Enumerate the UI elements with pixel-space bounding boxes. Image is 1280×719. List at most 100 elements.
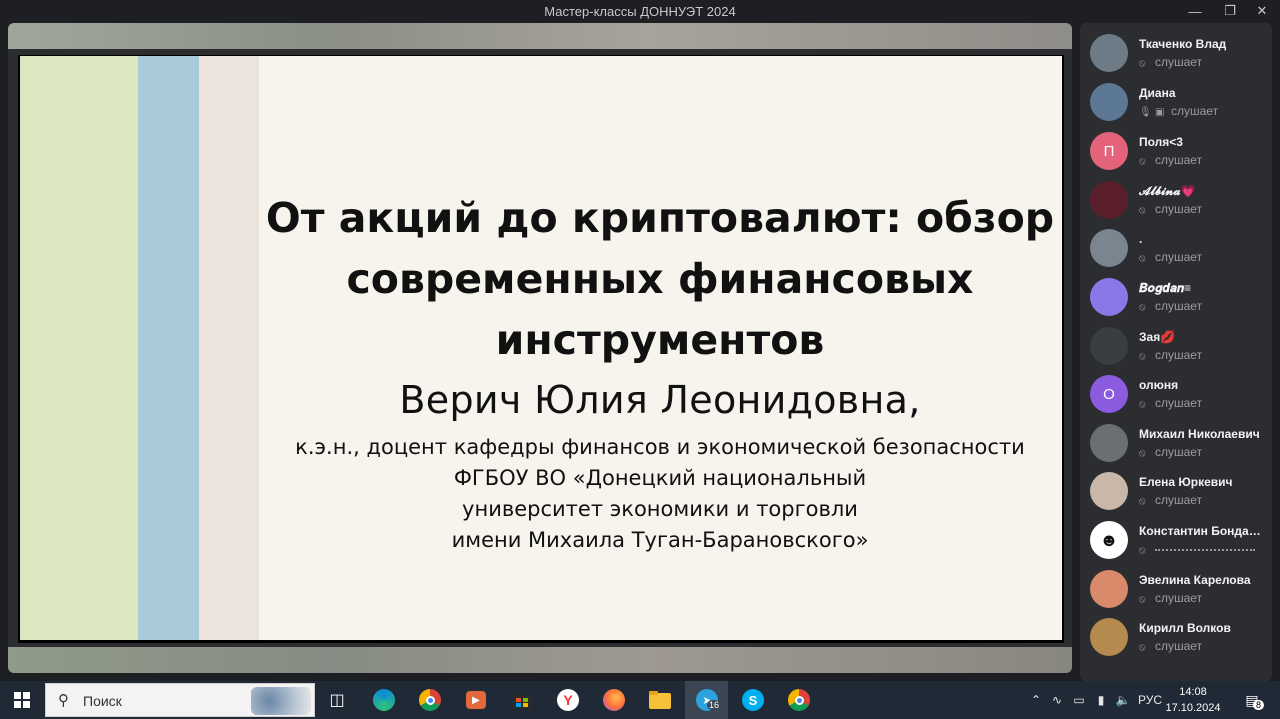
participant-status-row: ⦸ слушает <box>1139 591 1202 605</box>
participant-name: Елена Юркевич <box>1139 475 1233 489</box>
participant-item[interactable]: Кирилл Волков ⦸ слушает <box>1090 616 1270 661</box>
firefox-icon[interactable] <box>600 686 628 714</box>
telegram-badge: 16 <box>707 700 722 710</box>
chrome-icon[interactable] <box>416 686 444 714</box>
muted-mic-icon: ⦸ <box>1139 302 1146 313</box>
muted-mic-icon: ⦸ <box>1139 156 1146 167</box>
network-icon[interactable]: ∿ <box>1046 693 1068 707</box>
avatar <box>1090 327 1128 365</box>
participant-status: слушает <box>1155 445 1203 459</box>
muted-mic-icon: ⦸ <box>1139 594 1146 605</box>
yandex-browser-icon[interactable]: Y <box>554 686 582 714</box>
muted-mic-icon: ⦸ <box>1139 205 1146 216</box>
participant-status: слушает <box>1155 396 1203 410</box>
windows-taskbar: ⚲ Поиск ◫ ▶ Y ➤ 16 S ⌃ ∿ ▭ ▮ 🔈 РУС 14:08 … <box>0 681 1280 719</box>
participant-status-row: ⦸ слушает <box>1139 445 1202 459</box>
participant-status-row: 🎙 ▣ слушает <box>1139 104 1218 118</box>
participant-item[interactable]: 𝑩𝒐𝒈𝒅𝒂𝒏≡ ⦸ слушает <box>1090 276 1270 321</box>
participant-item[interactable]: Михаил Николаевич ⦸ слушает <box>1090 422 1270 467</box>
participant-status-row: ⦸ слушает <box>1139 348 1202 362</box>
participant-status: слушает <box>1155 299 1203 313</box>
participant-status: слушает <box>1155 250 1203 264</box>
muted-mic-icon: ⦸ <box>1139 545 1146 556</box>
clock-time: 14:08 <box>1179 686 1207 698</box>
participant-item[interactable]: Зая💋 ⦸ слушает <box>1090 325 1270 370</box>
slide-title: От акций до криптовалют: обзор современн… <box>265 194 1055 364</box>
slide-stripe-beige <box>199 56 259 640</box>
avatar <box>1090 424 1128 462</box>
slide-stripe-green <box>20 56 138 640</box>
mic-icon: 🎙 <box>1139 107 1152 118</box>
avatar <box>1090 570 1128 608</box>
skype-icon[interactable]: S <box>739 686 767 714</box>
minimize-button[interactable]: — <box>1177 0 1213 22</box>
avatar <box>1090 278 1128 316</box>
taskbar-search-box[interactable]: ⚲ Поиск <box>45 683 315 717</box>
close-icon: ✕ <box>1256 3 1268 18</box>
participant-status-row: ⦸ слушает <box>1139 299 1202 313</box>
stage-bottom-blur <box>8 647 1072 673</box>
participant-item[interactable]: Эвелина Карелова ⦸ слушает <box>1090 568 1270 613</box>
participant-item[interactable]: ☻ Константин Бондаренко ⦸ <box>1090 519 1270 564</box>
participants-list[interactable]: Ткаченко Влад ⦸ слушает Диана 🎙 ▣ слушает П… <box>1080 23 1272 681</box>
volume-icon[interactable]: 🔈 <box>1112 693 1134 707</box>
participant-status: слушает <box>1155 493 1203 507</box>
participant-status-row: ⦸ слушает <box>1139 202 1202 216</box>
windows-logo-icon <box>14 692 30 708</box>
participant-name: Константин Бондаренко <box>1139 524 1261 538</box>
participant-item[interactable]: 𝓐𝓵𝓫𝓲𝓷𝓪💗 ⦸ слушает <box>1090 179 1270 224</box>
chrome-alt-icon[interactable] <box>785 686 813 714</box>
edge-icon[interactable] <box>370 686 398 714</box>
language-indicator[interactable]: РУС <box>1134 693 1166 707</box>
clock-date: 17.10.2024 <box>1165 702 1221 714</box>
stage-top-blur <box>8 23 1072 49</box>
restore-icon: ❐ <box>1224 3 1236 18</box>
telegram-icon[interactable]: ➤ 16 <box>693 686 722 714</box>
participant-status: слушает <box>1155 55 1203 69</box>
maximize-button[interactable]: ❐ <box>1212 0 1248 22</box>
participant-item[interactable]: . ⦸ слушает <box>1090 227 1270 272</box>
notifications-icon[interactable]: ▤ 8 <box>1238 686 1266 714</box>
participant-item[interactable]: Елена Юркевич ⦸ слушает <box>1090 470 1270 515</box>
muted-mic-icon: ⦸ <box>1139 496 1146 507</box>
task-view-icon[interactable]: ◫ <box>323 686 351 714</box>
affiliation-line: ФГБОУ ВО «Донецкий национальный <box>453 466 867 490</box>
muted-mic-icon: ⦸ <box>1139 448 1146 459</box>
search-highlight-image <box>251 687 311 715</box>
avatar: ☻ <box>1090 521 1128 559</box>
close-button[interactable]: ✕ <box>1244 0 1280 22</box>
notifications-badge: 8 <box>1253 700 1265 710</box>
clock[interactable]: 14:08 17.10.2024 <box>1163 684 1223 716</box>
participant-name: Кирилл Волков <box>1139 621 1231 635</box>
battery-icon[interactable]: ▮ <box>1090 693 1112 707</box>
participant-status: слушает <box>1171 104 1219 118</box>
search-label: Поиск <box>83 693 122 709</box>
screen-icon: ▣ <box>1155 107 1165 118</box>
media-player-icon[interactable]: ▶ <box>462 686 490 714</box>
presentation-slide: От акций до криптовалют: обзор современн… <box>20 56 1062 640</box>
start-button[interactable] <box>0 681 44 719</box>
tray-overflow-icon[interactable]: ⌃ <box>1026 693 1046 707</box>
participant-name: . <box>1139 232 1143 246</box>
device-icon[interactable]: ▭ <box>1068 693 1090 707</box>
avatar <box>1090 618 1128 656</box>
participant-status-row: ⦸ слушает <box>1139 153 1202 167</box>
participant-item[interactable]: Диана 🎙 ▣ слушает <box>1090 81 1270 126</box>
muted-mic-icon: ⦸ <box>1139 58 1146 69</box>
participant-item[interactable]: О олюня ⦸ слушает <box>1090 373 1270 418</box>
muted-mic-icon: ⦸ <box>1139 253 1146 264</box>
participant-status-row: ⦸ слушает <box>1139 639 1202 653</box>
participant-status: слушает <box>1155 153 1203 167</box>
participant-status: слушает <box>1155 639 1203 653</box>
file-explorer-icon[interactable] <box>646 686 674 714</box>
participant-item[interactable]: Ткаченко Влад ⦸ слушает <box>1090 32 1270 77</box>
avatar <box>1090 83 1128 121</box>
avatar: О <box>1090 375 1128 413</box>
window-title: Мастер-классы ДОННУЭТ 2024 <box>544 4 736 19</box>
minimize-icon: — <box>1188 3 1202 19</box>
participant-status: слушает <box>1155 202 1203 216</box>
participant-status-row: ⦸ <box>1139 542 1255 556</box>
store-icon[interactable] <box>508 686 536 714</box>
slide-author: Верич Юлия Леонидовна, <box>399 378 921 422</box>
participant-item[interactable]: П Поля<3 ⦸ слушает <box>1090 130 1270 175</box>
